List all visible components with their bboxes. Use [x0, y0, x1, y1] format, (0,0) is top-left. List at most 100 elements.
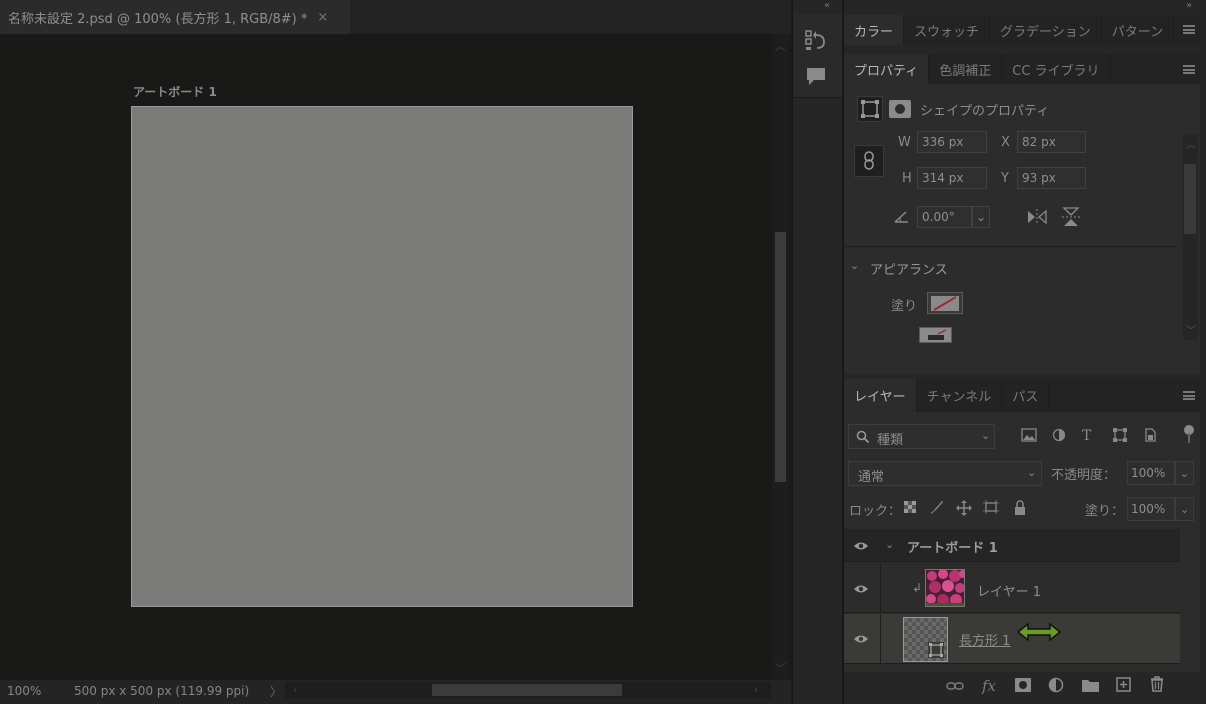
- new-group-folder-icon[interactable]: [1082, 678, 1099, 692]
- tab-channels[interactable]: チャンネル: [917, 379, 1003, 412]
- close-icon[interactable]: ×: [317, 10, 328, 25]
- properties-panel-tabs: プロパティ 色調補正 CC ライブラリ: [844, 54, 1200, 84]
- vertical-scroll-thumb[interactable]: [775, 232, 786, 482]
- layer-row-artboard[interactable]: [844, 529, 1180, 562]
- flip-vertical-icon[interactable]: [1061, 206, 1081, 228]
- lock-transparent-pixels-icon[interactable]: [903, 500, 917, 514]
- shape-filter-icon[interactable]: [1112, 428, 1128, 442]
- chevron-down-icon[interactable]: ⌄: [981, 429, 990, 442]
- panel-menu-icon[interactable]: [1183, 391, 1195, 400]
- comment-icon[interactable]: [804, 64, 828, 88]
- y-field[interactable]: 93 px: [1017, 167, 1086, 189]
- collapse-toolstrip-icon[interactable]: «: [824, 0, 830, 11]
- new-layer-icon[interactable]: [1116, 677, 1131, 692]
- layer-filter-select[interactable]: 種類: [848, 424, 995, 449]
- side-toolstrip: [792, 0, 842, 704]
- x-label: X: [1001, 135, 1010, 150]
- artboard-label[interactable]: アートボード 1: [133, 83, 217, 100]
- link-layers-icon[interactable]: [946, 680, 964, 692]
- blend-mode-value: 通常: [858, 470, 885, 485]
- tab-swatches[interactable]: スウォッチ: [904, 15, 991, 45]
- y-label: Y: [1001, 171, 1009, 186]
- scroll-up-icon[interactable]: ︿: [775, 38, 786, 54]
- lock-artboard-icon[interactable]: [983, 500, 999, 514]
- opacity-field[interactable]: 100%: [1127, 461, 1175, 485]
- properties-panel-body: [844, 84, 1200, 374]
- visibility-eye-icon[interactable]: [853, 541, 869, 551]
- layer-name[interactable]: レイヤー 1: [977, 581, 1041, 600]
- angle-field[interactable]: 0.00°: [917, 206, 972, 228]
- visibility-eye-icon[interactable]: [853, 634, 869, 644]
- lock-label: ロック：: [849, 504, 902, 519]
- collapse-panels-icon[interactable]: »: [1186, 0, 1192, 11]
- smart-object-filter-icon[interactable]: [1143, 428, 1157, 442]
- visibility-eye-icon[interactable]: [853, 584, 869, 594]
- layer-fill-label: 塗り：: [1085, 504, 1125, 519]
- tab-adjustments[interactable]: 色調補正: [929, 54, 1003, 84]
- properties-scroll-thumb[interactable]: [1184, 164, 1196, 234]
- layer-name[interactable]: アートボード 1: [907, 537, 998, 556]
- stroke-swatch[interactable]: [919, 327, 952, 343]
- layer-thumbnail[interactable]: [925, 569, 965, 607]
- link-icon[interactable]: [854, 145, 884, 177]
- lock-position-icon[interactable]: [956, 500, 972, 516]
- mask-icon[interactable]: [889, 100, 911, 118]
- clipping-mask-icon: ↲: [912, 581, 923, 595]
- layer-style-fx-icon[interactable]: fx: [982, 677, 996, 695]
- fill-dropdown-icon[interactable]: ⌄: [1175, 497, 1194, 521]
- scroll-up-icon[interactable]: ︿: [1186, 136, 1196, 151]
- chevron-down-icon[interactable]: ⌄: [885, 538, 894, 551]
- flip-horizontal-icon[interactable]: [1026, 208, 1048, 226]
- zoom-level[interactable]: 100%: [7, 684, 41, 698]
- history-icon[interactable]: [804, 28, 828, 52]
- scroll-down-icon[interactable]: ﹀: [775, 660, 786, 676]
- scroll-down-icon[interactable]: ﹀: [1186, 322, 1196, 337]
- visibility-column-divider: [880, 614, 881, 664]
- layer-row-shape-selected[interactable]: [844, 614, 1180, 664]
- fill-label: 塗り: [891, 299, 918, 314]
- canvas-artboard[interactable]: [131, 106, 633, 607]
- type-filter-icon[interactable]: T: [1082, 428, 1091, 444]
- new-adjustment-layer-icon[interactable]: [1048, 677, 1064, 693]
- document-tab-title: 名称未設定 2.psd @ 100% (長方形 1, RGB/8#) *: [8, 11, 308, 27]
- visibility-column-divider: [880, 563, 881, 613]
- appearance-section-title[interactable]: アピアランス: [870, 259, 948, 278]
- shape-properties-title: シェイプのプロパティ: [920, 104, 1050, 119]
- resize-cursor-icon: [1016, 622, 1062, 642]
- horizontal-scroll-thumb[interactable]: [432, 684, 622, 696]
- chevron-down-icon[interactable]: ⌄: [1027, 466, 1036, 479]
- fill-swatch[interactable]: [927, 292, 963, 314]
- scroll-right-icon[interactable]: ›: [754, 683, 758, 696]
- transform-shape-icon[interactable]: [857, 96, 883, 122]
- tab-layers[interactable]: レイヤー: [844, 379, 917, 412]
- image-filter-icon[interactable]: [1021, 428, 1037, 442]
- document-tab[interactable]: 名称未設定 2.psd @ 100% (長方形 1, RGB/8#) * ×: [0, 0, 350, 34]
- angle-dropdown-icon[interactable]: ⌄: [972, 206, 990, 228]
- lock-image-pixels-icon[interactable]: [930, 500, 944, 514]
- tab-cc-libraries[interactable]: CC ライブラリ: [1002, 54, 1111, 84]
- width-field[interactable]: 336 px: [917, 131, 987, 153]
- tab-patterns[interactable]: パターン: [1102, 15, 1175, 45]
- chevron-down-icon[interactable]: ⌄: [850, 259, 859, 272]
- layer-name[interactable]: 長方形 1: [959, 630, 1010, 649]
- lock-all-icon[interactable]: [1013, 500, 1027, 516]
- tab-paths[interactable]: パス: [1002, 379, 1050, 412]
- tab-color[interactable]: カラー: [844, 15, 905, 45]
- opacity-dropdown-icon[interactable]: ⌄: [1175, 461, 1194, 485]
- height-field[interactable]: 314 px: [917, 167, 987, 189]
- tab-gradients[interactable]: グラデーション: [990, 15, 1102, 45]
- blend-mode-select[interactable]: 通常: [848, 461, 1042, 486]
- filter-toggle-track: [1188, 433, 1190, 443]
- panel-menu-icon[interactable]: [1183, 25, 1195, 34]
- panel-menu-icon[interactable]: [1183, 65, 1195, 74]
- status-menu-arrow[interactable]: 〉: [270, 683, 282, 700]
- section-divider: [844, 246, 1177, 247]
- delete-layer-icon[interactable]: [1150, 676, 1164, 692]
- x-field[interactable]: 82 px: [1017, 131, 1086, 153]
- scroll-left-icon[interactable]: ‹: [293, 683, 297, 696]
- add-mask-icon[interactable]: [1015, 678, 1031, 692]
- adjustment-filter-icon[interactable]: [1052, 428, 1066, 442]
- tab-properties[interactable]: プロパティ: [844, 54, 930, 84]
- layer-fill-field[interactable]: 100%: [1127, 497, 1175, 521]
- opacity-label: 不透明度：: [1051, 468, 1117, 483]
